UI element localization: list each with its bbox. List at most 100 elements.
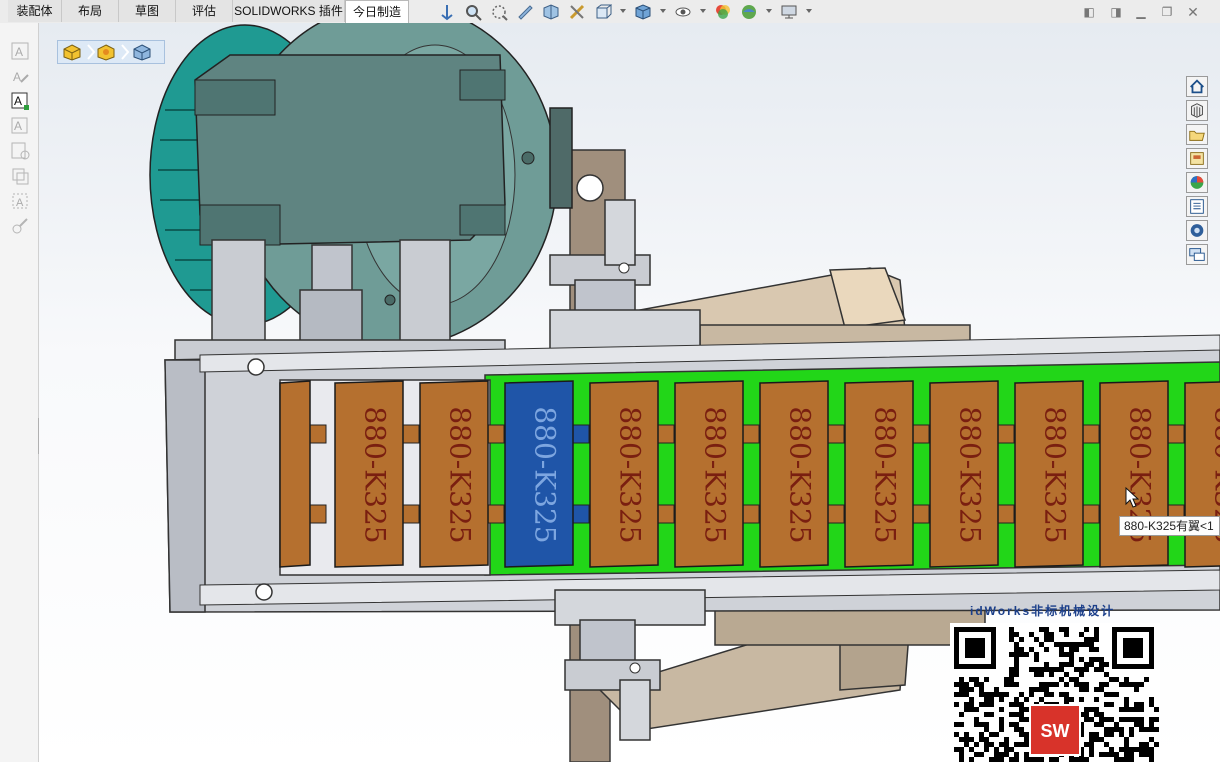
qr-module	[1139, 707, 1144, 712]
qr-module	[1034, 652, 1039, 657]
qr-module	[1099, 687, 1104, 692]
minimize-icon[interactable]: ▁	[1133, 4, 1149, 20]
display-style-icon[interactable]	[634, 3, 652, 21]
solidworks-logo-text: SW	[1041, 721, 1070, 741]
qr-module	[1084, 717, 1089, 722]
qr-module	[1144, 747, 1149, 752]
chevron-down-icon[interactable]	[766, 9, 772, 13]
qr-module	[1049, 632, 1054, 637]
qr-module	[1059, 692, 1064, 697]
qr-module	[1034, 667, 1039, 672]
forum-icon[interactable]	[1186, 244, 1208, 265]
breadcrumb[interactable]	[57, 40, 165, 64]
tab-assembly[interactable]: 装配体	[8, 0, 62, 22]
view-settings-icon[interactable]	[780, 3, 798, 21]
previous-view-icon[interactable]	[516, 3, 534, 21]
restore-icon[interactable]: ❐	[1159, 4, 1175, 20]
balloon-icon[interactable]: A	[10, 116, 30, 136]
tab-layout[interactable]: 布局	[62, 0, 119, 22]
qr-module	[1114, 727, 1119, 732]
weld-symbol-icon[interactable]: A	[10, 191, 30, 211]
qr-module	[969, 737, 974, 742]
qr-module	[1029, 632, 1034, 637]
chevron-down-icon[interactable]	[620, 9, 626, 13]
tab-solidworks-addins[interactable]: SOLIDWORKS 插件	[233, 0, 345, 22]
qr-module	[1094, 627, 1099, 632]
tab-today-manufacturing[interactable]: 今日制造	[345, 0, 409, 24]
qr-module	[1084, 707, 1089, 712]
qr-module	[1044, 632, 1049, 637]
qr-module	[1019, 647, 1024, 652]
qr-module	[1149, 757, 1154, 762]
qr-module	[1014, 702, 1019, 707]
qr-module	[1079, 682, 1084, 687]
qr-module	[1089, 717, 1094, 722]
zoom-to-area-icon[interactable]	[490, 3, 508, 21]
qr-module	[1004, 742, 1009, 747]
qr-module	[1039, 757, 1044, 762]
qr-module	[1099, 712, 1104, 717]
qr-module	[1014, 752, 1019, 757]
qr-module	[974, 722, 979, 727]
part-icon	[133, 44, 151, 61]
restore-pane-icon[interactable]: ◧	[1081, 4, 1097, 20]
custom-properties-icon[interactable]	[1186, 196, 1208, 217]
qr-module	[1119, 757, 1124, 762]
home-icon[interactable]	[1186, 76, 1208, 97]
qr-module	[954, 722, 959, 727]
auto-balloon-icon[interactable]	[10, 141, 30, 161]
qr-module	[999, 742, 1004, 747]
sketch-text-icon[interactable]: A	[10, 41, 30, 61]
solidworks-resources-icon[interactable]	[1186, 220, 1208, 241]
smart-dimension-icon[interactable]: A	[10, 66, 30, 86]
hide-show-items-icon[interactable]	[674, 3, 692, 21]
qr-module	[974, 752, 979, 757]
qr-module	[999, 692, 1004, 697]
motor-bracket-left	[211, 239, 266, 346]
chevron-down-icon[interactable]	[660, 9, 666, 13]
qr-module	[1039, 697, 1044, 702]
chevron-down-icon[interactable]	[806, 9, 812, 13]
section-view-icon[interactable]	[542, 3, 560, 21]
qr-module	[1014, 652, 1019, 657]
qr-module	[964, 702, 969, 707]
qr-module	[954, 682, 959, 687]
qr-module	[1124, 717, 1129, 722]
chain-link[interactable]: 880-K325	[1184, 381, 1220, 568]
qr-module	[1154, 727, 1159, 732]
appearances-icon[interactable]	[1186, 172, 1208, 193]
task-pane-tabs	[1186, 76, 1210, 266]
qr-module	[1104, 672, 1109, 677]
tile-pane-icon[interactable]: ◨	[1108, 4, 1124, 20]
tab-evaluate[interactable]: 评估	[176, 0, 233, 22]
surface-finish-icon[interactable]	[10, 166, 30, 186]
open-icon[interactable]	[1186, 124, 1208, 145]
zoom-to-fit-icon[interactable]	[464, 3, 482, 21]
tab-sketch[interactable]: 草图	[119, 0, 176, 22]
qr-module	[1084, 637, 1089, 642]
close-icon[interactable]: ✕	[1185, 4, 1201, 20]
note-icon[interactable]: A	[10, 91, 30, 111]
view-orientation-icon[interactable]	[438, 3, 456, 21]
qr-module	[1079, 657, 1084, 662]
chain-link-label: 880-K325	[869, 406, 902, 543]
edit-appearance-icon[interactable]	[714, 3, 732, 21]
qr-module	[1084, 712, 1089, 717]
apply-scene-icon[interactable]	[740, 3, 758, 21]
qr-module	[1094, 697, 1099, 702]
view-orientation-dropdown-icon[interactable]	[594, 3, 612, 21]
hole-callout-icon[interactable]	[10, 216, 30, 236]
3d-view-icon[interactable]	[1186, 100, 1208, 121]
qr-module	[1119, 727, 1124, 732]
qr-finder	[965, 638, 985, 658]
qr-module	[1089, 657, 1094, 662]
dynamic-annotation-icon[interactable]	[568, 3, 586, 21]
qr-module	[984, 697, 989, 702]
chevron-down-icon[interactable]	[700, 9, 706, 13]
qr-module	[1029, 692, 1034, 697]
qr-module	[964, 692, 969, 697]
qr-module	[1014, 727, 1019, 732]
assembly-icon	[63, 44, 81, 61]
design-library-icon[interactable]	[1186, 148, 1208, 169]
qr-module	[1069, 757, 1074, 762]
